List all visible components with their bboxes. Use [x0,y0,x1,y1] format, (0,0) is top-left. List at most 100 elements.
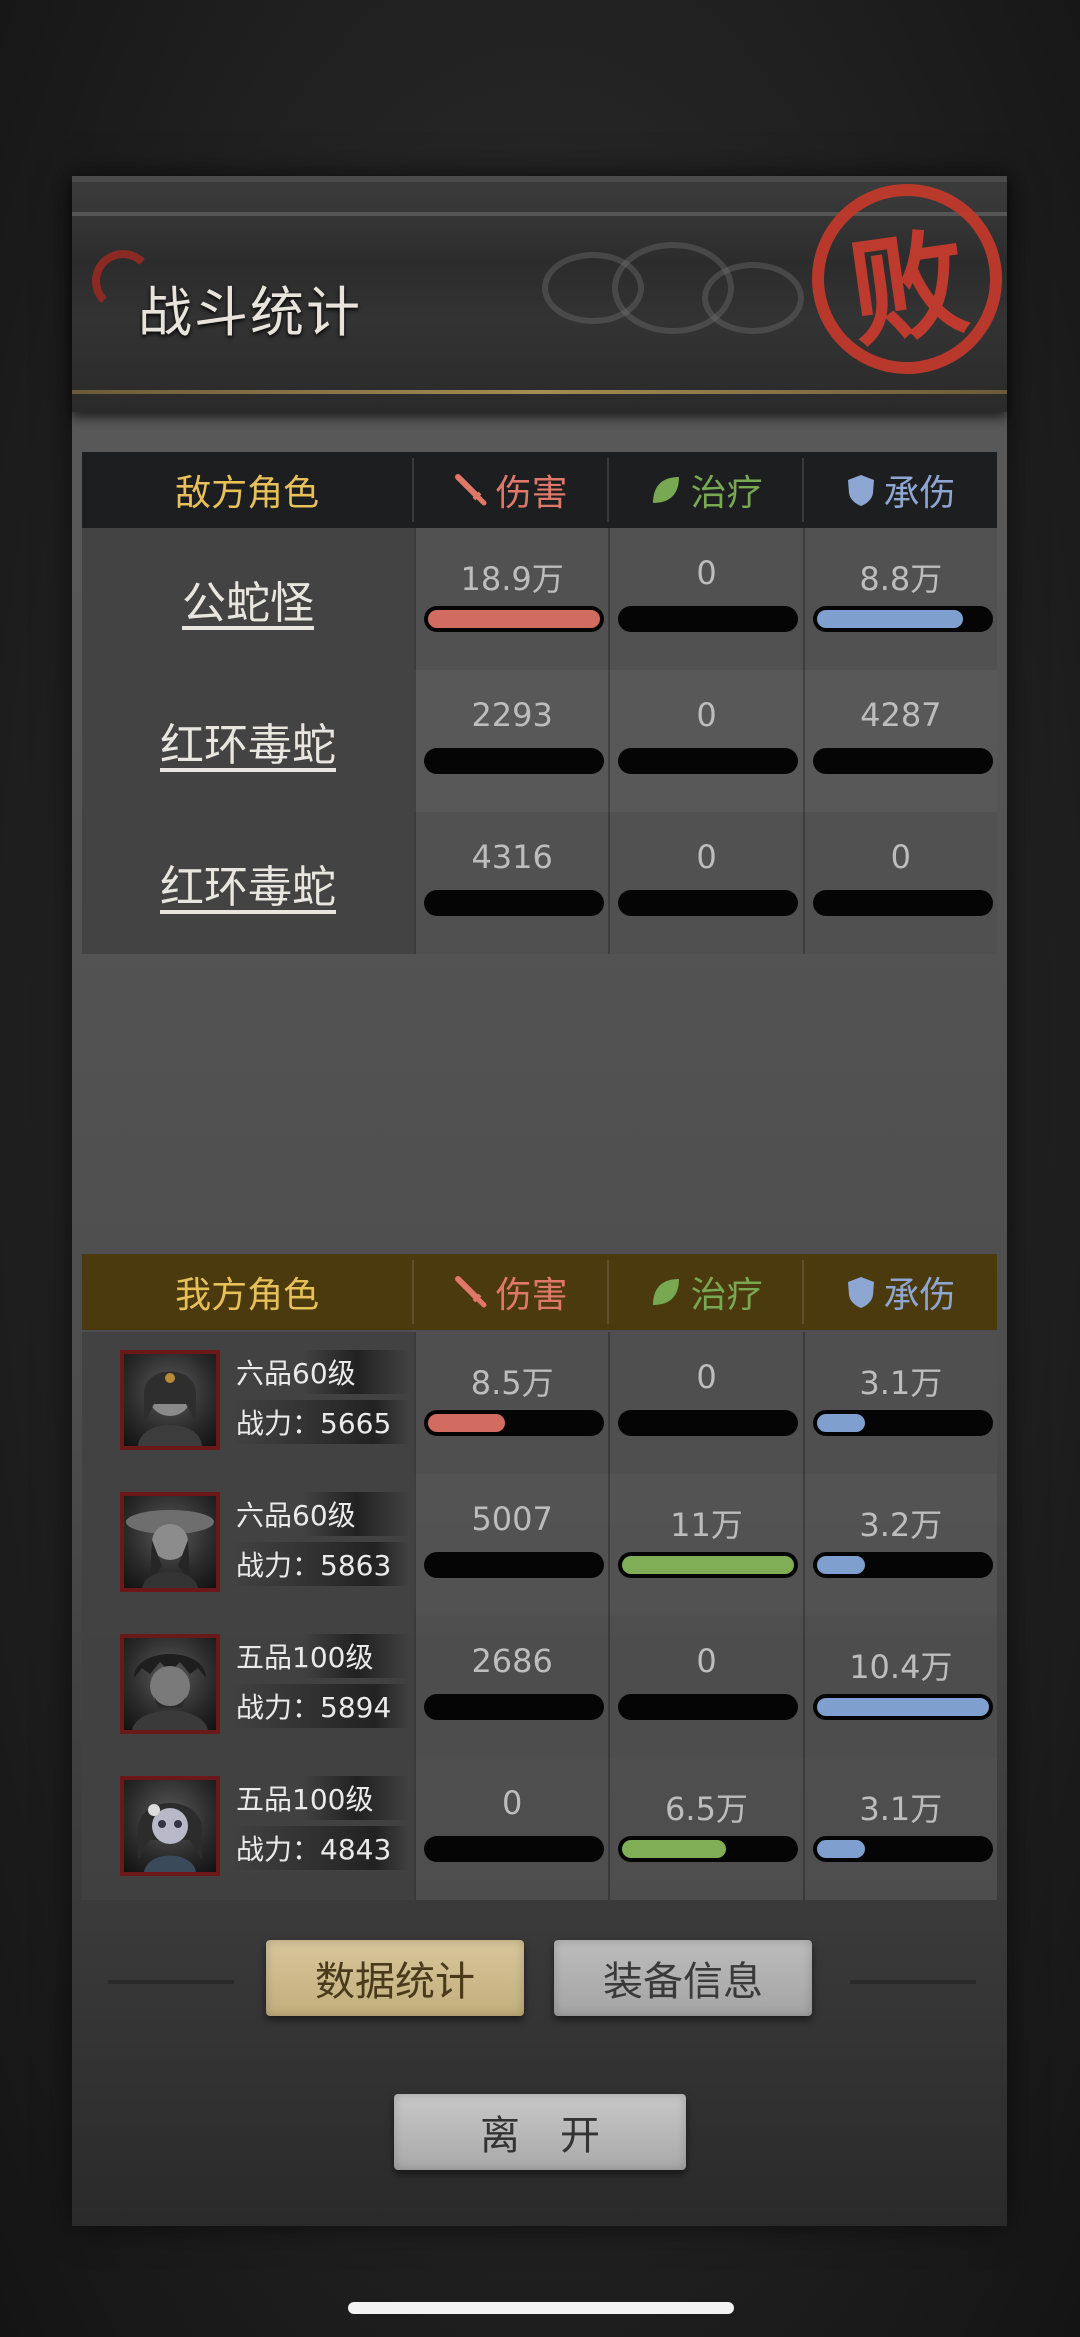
damage-value: 2293 [471,696,553,734]
heal-stat: 0 [608,812,802,954]
tank-bar [812,748,993,774]
tank-value: 3.2万 [859,1506,943,1544]
heal-value: 0 [696,1358,717,1396]
cloud-ornament [702,262,804,334]
ally-stats: 0 6.5万 3.1万 [414,1758,997,1900]
damage-bar [424,1552,604,1578]
heal-bar [618,890,799,916]
tank-value: 3.1万 [859,1364,943,1402]
heal-bar [618,1552,799,1578]
damage-stat: 2686 [414,1616,608,1758]
tank-stat: 0 [802,812,997,954]
tank-bar [812,1552,993,1578]
tank-stat: 3.1万 [802,1332,997,1474]
damage-value: 0 [501,1784,523,1822]
heal-bar [618,606,799,632]
leave-button[interactable]: 离开 [394,2094,686,2170]
damage-stat: 2293 [414,670,608,812]
ally-row[interactable]: 六品60级 战力：5863 5007 11万 3.2万 [82,1474,997,1616]
damage-value: 5007 [471,1500,553,1538]
ally-row[interactable]: 五品100级 战力：4843 0 6.5万 3.1万 [82,1758,997,1900]
hero-portrait-avatar[interactable] [120,1350,220,1450]
damage-column-header: 伤害 [412,458,607,522]
leaf-icon [649,1275,683,1309]
enemy-name-link[interactable]: 红环毒蛇 [160,851,336,915]
tank-bar [812,606,993,632]
damage-stat: 0 [414,1758,608,1900]
tank-stat: 10.4万 [802,1616,997,1758]
damage-stat: 18.9万 [414,528,608,670]
tank-label: 承伤 [883,473,956,514]
equipment-info-tab-button[interactable]: 装备信息 [554,1940,812,2016]
hero-cell: 五品100级 战力：4843 [82,1758,414,1900]
battle-stats-screen: 战斗统计 败 敌方角色 伤害 治疗 承伤 公蛇怪 18.9万 0 8.8万 红环… [0,0,1080,2337]
heal-column-header: 治疗 [607,1260,802,1324]
enemy-row[interactable]: 红环毒蛇 2293 0 4287 [82,670,997,812]
damage-bar [424,748,604,774]
heal-label: 治疗 [690,1275,763,1316]
tank-bar [812,1410,993,1436]
tank-stat: 3.2万 [802,1474,997,1616]
heal-bar-fill [622,1840,726,1858]
damage-stat: 8.5万 [414,1332,608,1474]
enemy-name-cell: 红环毒蛇 [82,812,414,954]
hero-power: 战力：5863 [232,1542,410,1586]
damage-bar [424,606,604,632]
ally-row[interactable]: 五品100级 战力：5894 2686 0 10.4万 [82,1616,997,1758]
enemy-stats: 4316 0 0 [414,812,997,954]
enemy-name-link[interactable]: 公蛇怪 [182,567,314,631]
page-title: 战斗统计 [138,281,362,344]
ally-stats: 8.5万 0 3.1万 [414,1332,997,1474]
hero-portrait-avatar[interactable] [120,1492,220,1592]
enemy-header-label: 敌方角色 [175,473,320,514]
divider-line-right [850,1980,976,1984]
enemy-stats: 2293 0 4287 [414,670,997,812]
heal-label: 治疗 [690,473,763,514]
heal-bar [618,1410,799,1436]
heal-stat: 0 [608,1332,802,1474]
damage-value: 8.5万 [470,1364,554,1402]
heal-value: 0 [696,554,717,592]
damage-label: 伤害 [495,1275,568,1316]
enemy-row[interactable]: 公蛇怪 18.9万 0 8.8万 [82,528,997,670]
tank-bar-fill [816,1698,989,1716]
home-indicator[interactable] [348,2302,734,2314]
hero-rank: 五品100级 [232,1634,410,1678]
damage-stat: 4316 [414,812,608,954]
damage-bar [424,1694,604,1720]
hero-power: 战力：5894 [232,1684,410,1728]
heal-stat: 11万 [608,1474,802,1616]
tank-value: 10.4万 [849,1648,953,1686]
damage-label: 伤害 [495,473,568,514]
damage-bar-fill [428,1414,506,1432]
hero-portrait-avatar[interactable] [120,1776,220,1876]
enemy-name-link[interactable]: 红环毒蛇 [160,709,336,773]
enemy-name-cell: 公蛇怪 [82,528,414,670]
tank-column-header: 承伤 [802,458,997,522]
heal-bar [618,1694,799,1720]
tank-bar [812,1694,993,1720]
tank-stat: 4287 [802,670,997,812]
hero-portrait-avatar[interactable] [120,1634,220,1734]
ally-row[interactable]: 六品60级 战力：5665 8.5万 0 3.1万 [82,1332,997,1474]
heal-value: 0 [696,696,717,734]
damage-value: 2686 [471,1642,553,1680]
hero-rank: 五品100级 [232,1776,410,1820]
tank-bar-fill [816,1840,865,1858]
tank-column-header: 承伤 [802,1260,997,1324]
heal-column-header: 治疗 [607,458,802,522]
heal-stat: 0 [608,670,802,812]
leaf-icon [649,473,683,507]
enemy-stats: 18.9万 0 8.8万 [414,528,997,670]
hero-power: 战力：4843 [232,1826,410,1870]
damage-value: 18.9万 [460,560,564,598]
heal-value: 6.5万 [665,1790,748,1828]
tank-value: 0 [890,838,911,876]
hero-cell: 六品60级 战力：5665 [82,1332,414,1474]
damage-bar-fill [428,610,600,628]
shield-icon [846,473,876,507]
ally-stats: 5007 11万 3.2万 [414,1474,997,1616]
heal-bar-fill [622,1556,795,1574]
enemy-row[interactable]: 红环毒蛇 4316 0 0 [82,812,997,954]
data-stats-tab-button[interactable]: 数据统计 [266,1940,524,2016]
